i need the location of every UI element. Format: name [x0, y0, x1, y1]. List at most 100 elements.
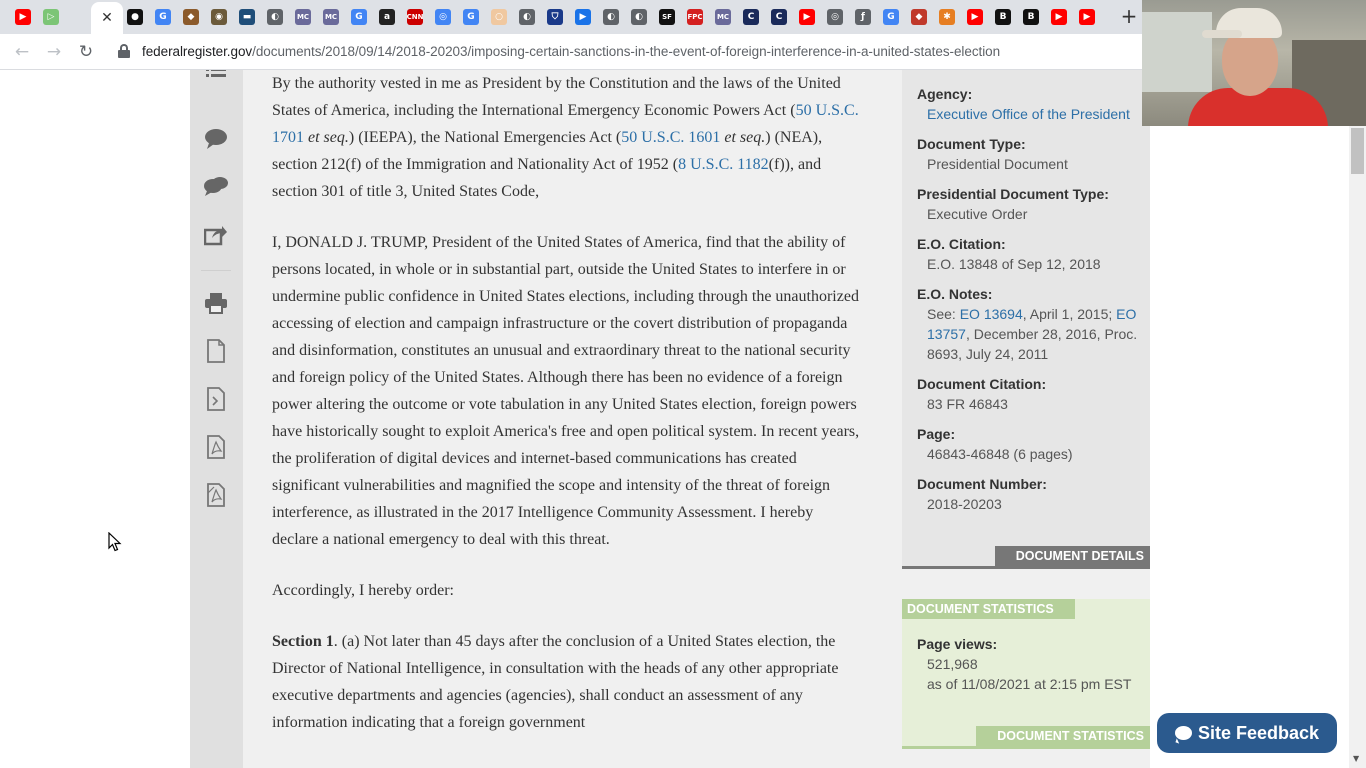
section-heading: Section 1	[272, 633, 334, 650]
eo-notes-text: , April 1, 2015;	[1022, 306, 1117, 322]
document-statistics-tab[interactable]: DOCUMENT STATISTICS	[902, 599, 1075, 619]
site-feedback-label: Site Feedback	[1197, 722, 1320, 743]
webcam-cap-bill	[1202, 30, 1242, 38]
globe-icon[interactable]: ◐	[631, 9, 647, 25]
page: By the authority vested in me as Preside…	[0, 70, 1366, 768]
eo-13694-link[interactable]: EO 13694	[960, 306, 1023, 322]
seal-icon[interactable]: ◉	[211, 9, 227, 25]
circle-icon[interactable]: ○	[491, 9, 507, 25]
play-circle-icon[interactable]: ▷	[43, 9, 59, 25]
eo-citation-label: E.O. Citation:	[917, 236, 1006, 252]
new-tab-button[interactable]: +	[1119, 4, 1139, 28]
preamble-text: ) (IEEPA), the National Emergencies Act …	[348, 129, 622, 146]
comment-icon[interactable]	[203, 126, 229, 152]
blank-tab-icon[interactable]	[71, 9, 87, 25]
presidential-document-type-field: Presidential Document Type: Executive Or…	[917, 184, 1109, 224]
preamble-text: By the authority vested in me as Preside…	[272, 75, 841, 119]
page-views-label: Page views:	[917, 636, 998, 652]
citation-link-1601[interactable]: 50 U.S.C. 1601	[621, 129, 720, 146]
presidential-document-type-label: Presidential Document Type:	[917, 186, 1109, 202]
google-icon[interactable]: G	[463, 9, 479, 25]
section-1-text: . (a) Not later than 45 days after the c…	[272, 633, 839, 731]
document-statistics-bottom-tab[interactable]: DOCUMENT STATISTICS	[976, 726, 1150, 746]
youtube-icon[interactable]: ▶	[967, 9, 983, 25]
comments-icon[interactable]	[203, 174, 229, 200]
mc-icon[interactable]: MC	[323, 9, 339, 25]
cnn-icon[interactable]: CNN	[407, 9, 423, 25]
presidential-document-type-value: Executive Order	[927, 206, 1028, 222]
play-icon[interactable]: ▶	[575, 9, 591, 25]
list-icon[interactable]	[203, 70, 229, 88]
document-citation-field: Document Citation: 83 FR 46843	[917, 374, 1046, 414]
eo-notes-field: E.O. Notes: See: EO 13694, April 1, 2015…	[917, 284, 1145, 364]
youtube-icon[interactable]: ▶	[1079, 9, 1095, 25]
url-host: federalregister.gov	[142, 44, 253, 59]
c-icon[interactable]: C	[771, 9, 787, 25]
citation-link-1182[interactable]: 8 U.S.C. 1182	[678, 156, 769, 173]
print-icon[interactable]	[203, 290, 229, 316]
xml-icon[interactable]	[203, 386, 229, 412]
et-seq-text: et seq.	[720, 129, 766, 146]
eo-citation-value: E.O. 13848 of Sep 12, 2018	[927, 256, 1101, 272]
address-bar[interactable]: federalregister.gov/documents/2018/09/14…	[142, 44, 1000, 59]
black-circle-icon[interactable]: ●	[127, 9, 143, 25]
youtube-icon[interactable]: ▶	[799, 9, 815, 25]
document-number-field: Document Number: 2018-20203	[917, 474, 1047, 514]
url-path: /documents/2018/09/14/2018-20203/imposin…	[252, 44, 1001, 59]
findings-paragraph: I, DONALD J. TRUMP, President of the Uni…	[272, 234, 860, 548]
news-icon[interactable]: ▬	[239, 9, 255, 25]
sf-icon[interactable]: SF	[659, 9, 675, 25]
b-icon[interactable]: B	[1023, 9, 1039, 25]
forward-button[interactable]: →	[42, 41, 66, 63]
scroll-down-arrow[interactable]: ▼	[1353, 754, 1359, 763]
back-button[interactable]: ←	[10, 41, 34, 63]
mc-icon[interactable]: MC	[295, 9, 311, 25]
shield-icon[interactable]: ⛉	[547, 9, 563, 25]
google-icon[interactable]: G	[883, 9, 899, 25]
scrollbar-thumb[interactable]	[1351, 128, 1364, 174]
site-feedback-button[interactable]: Site Feedback	[1157, 713, 1337, 753]
eo-notes-value: See: EO 13694, April 1, 2015; EO 13757, …	[917, 304, 1145, 364]
b-icon[interactable]: B	[995, 9, 1011, 25]
amazon-icon[interactable]: a	[379, 9, 395, 25]
page-label: Page:	[917, 426, 956, 442]
fpc-icon[interactable]: FPC	[687, 9, 703, 25]
document-type-label: Document Type:	[917, 136, 1026, 152]
google-icon[interactable]: G	[351, 9, 367, 25]
c-icon[interactable]: C	[743, 9, 759, 25]
mouse-cursor-icon	[108, 532, 122, 552]
page-scrollbar[interactable]	[1349, 126, 1366, 768]
public-inspection-pdf-icon[interactable]	[203, 482, 229, 508]
document-number-label: Document Number:	[917, 476, 1047, 492]
youtube-icon[interactable]: ▶	[15, 9, 31, 25]
lock-icon[interactable]	[118, 44, 130, 58]
page-views-asof: as of 11/08/2021 at 2:15 pm EST	[927, 676, 1132, 692]
globe-icon[interactable]: ◐	[519, 9, 535, 25]
reload-button[interactable]: ↻	[74, 41, 98, 63]
script-icon[interactable]: ƒ	[855, 9, 871, 25]
document-details-tab[interactable]: DOCUMENT DETAILS	[995, 546, 1150, 566]
document-type-field: Document Type: Presidential Document	[917, 134, 1068, 174]
document-citation-value: 83 FR 46843	[927, 396, 1008, 412]
share-icon[interactable]	[203, 222, 229, 248]
page-views-value: 521,968	[927, 656, 978, 672]
webcam-overlay	[1142, 0, 1366, 126]
youtube-icon[interactable]: ▶	[1051, 9, 1067, 25]
pdf-icon[interactable]	[203, 434, 229, 460]
active-tab-close-icon[interactable]: ✕	[91, 2, 123, 34]
red-badge-icon[interactable]: ◆	[911, 9, 927, 25]
mc-icon[interactable]: MC	[715, 9, 731, 25]
agency-link[interactable]: Executive Office of the President	[927, 106, 1130, 122]
badge-icon[interactable]: ◆	[183, 9, 199, 25]
colorful-icon[interactable]: ✱	[939, 9, 955, 25]
google-icon[interactable]: G	[155, 9, 171, 25]
chrome-icon[interactable]: ◎	[435, 9, 451, 25]
agency-label: Agency:	[917, 86, 973, 102]
webcam-face	[1222, 28, 1278, 96]
globe-icon[interactable]: ◐	[603, 9, 619, 25]
globe-icon[interactable]: ◐	[267, 9, 283, 25]
chrome-icon[interactable]: ◎	[827, 9, 843, 25]
document-icon[interactable]	[203, 338, 229, 364]
statistics-divider	[902, 746, 1150, 749]
eo-notes-label: E.O. Notes:	[917, 286, 993, 302]
